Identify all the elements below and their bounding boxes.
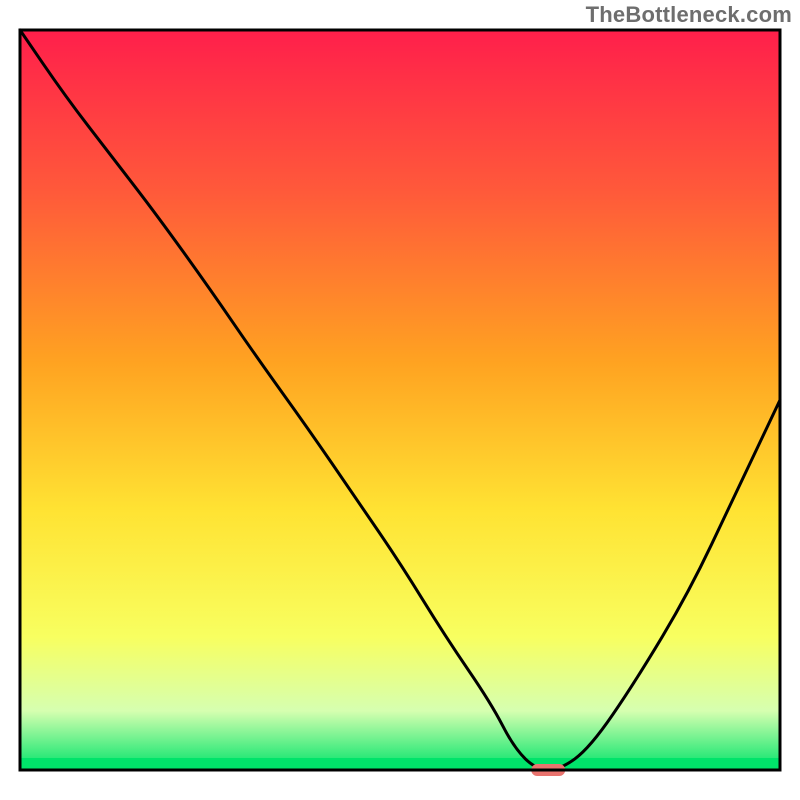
- watermark-label: TheBottleneck.com: [586, 2, 792, 28]
- green-band: [20, 758, 780, 770]
- bottleneck-chart: [0, 0, 800, 800]
- plot-area: [20, 30, 780, 776]
- chart-container: TheBottleneck.com: [0, 0, 800, 800]
- gradient-background: [20, 30, 780, 770]
